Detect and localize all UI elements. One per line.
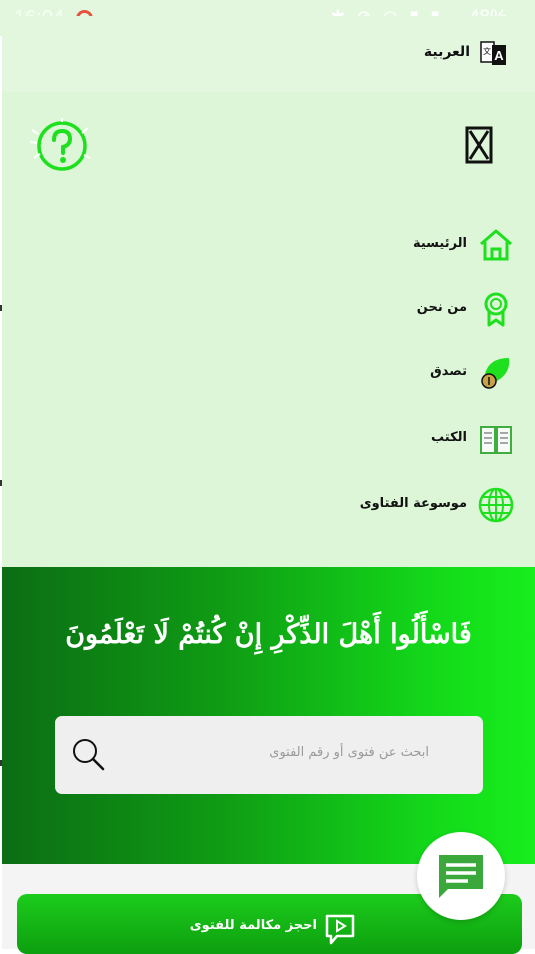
book-call-label: احجز مكالمة للفتوى <box>189 918 317 933</box>
menu-item-books[interactable]: الكتب <box>215 420 515 460</box>
close-drawer-icon[interactable] <box>465 126 493 168</box>
menu-label-fatwa-encyclopedia: موسوعة الفتاوى <box>359 496 467 511</box>
language-label: العربية <box>423 44 470 60</box>
video-call-icon <box>323 912 357 950</box>
chat-fab[interactable] <box>417 832 505 920</box>
menu-label-books: الكتب <box>431 430 467 445</box>
search-placeholder: ابحث عن فتوى أو رقم الفتوى <box>269 745 429 760</box>
book-icon <box>477 420 515 458</box>
svg-text:文: 文 <box>483 46 491 56</box>
donate-icon <box>477 354 515 392</box>
chat-icon <box>439 855 483 898</box>
home-icon <box>477 226 515 264</box>
hero-banner: فَاسْأَلُوا أَهْلَ الذِّكْرِ إِنْ كُنتُم… <box>2 567 535 864</box>
quran-verse: فَاسْأَلُوا أَهْلَ الذِّكْرِ إِنْ كُنتُم… <box>65 619 472 650</box>
edge-mark <box>0 760 2 766</box>
menu-item-donate[interactable]: تصدق <box>215 354 515 394</box>
fatwa-search-box[interactable]: ابحث عن فتوى أو رقم الفتوى <box>55 716 483 794</box>
help-icon[interactable] <box>26 118 94 182</box>
globe-icon <box>477 486 515 524</box>
menu-item-home[interactable]: الرئيسية <box>215 226 515 266</box>
menu-item-fatwa-encyclopedia[interactable]: موسوعة الفتاوى <box>215 486 515 526</box>
edge-mark <box>0 305 2 311</box>
menu-label-donate: تصدق <box>430 364 467 379</box>
navigation-drawer: العربية A 文 الرئيسية من نحن تصدق الكتب م… <box>2 16 535 567</box>
edge-mark <box>0 480 2 486</box>
svg-text:A: A <box>494 48 504 63</box>
search-icon[interactable] <box>71 737 107 777</box>
badge-icon <box>477 290 515 328</box>
menu-label-about: من نحن <box>416 300 467 315</box>
translate-icon: A 文 <box>480 39 508 71</box>
language-switcher[interactable]: العربية A 文 <box>2 16 535 92</box>
menu-item-about[interactable]: من نحن <box>215 290 515 330</box>
menu-label-home: الرئيسية <box>412 236 467 251</box>
